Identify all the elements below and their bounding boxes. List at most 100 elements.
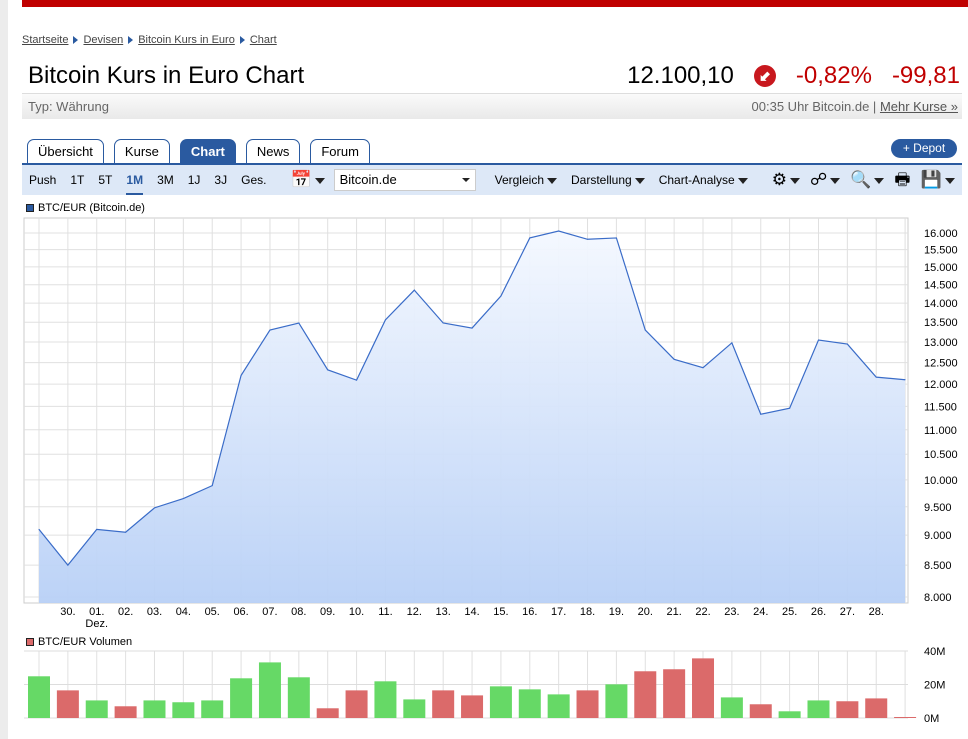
x-tick-label: 24. <box>753 606 768 618</box>
y-tick-label: 13.000 <box>924 337 958 349</box>
price-point <box>38 528 40 530</box>
x-tick-label: 23. <box>724 606 739 618</box>
volume-bar <box>692 658 715 718</box>
volume-bar <box>489 686 512 718</box>
volume-bar <box>345 690 368 718</box>
volume-bar <box>85 700 108 718</box>
x-tick-label: 09. <box>320 606 335 618</box>
volume-bar <box>865 698 888 718</box>
price-point <box>384 319 386 321</box>
volume-bar <box>547 694 570 718</box>
y-tick-label: 16.000 <box>924 228 958 240</box>
x-tick-label: 06. <box>233 606 248 618</box>
volume-bar <box>287 677 310 718</box>
y-tick-label: 15.500 <box>924 245 958 257</box>
price-point <box>96 528 98 530</box>
y-tick-label: 9.000 <box>924 530 952 542</box>
volume-bar <box>576 690 599 718</box>
x-tick-label: 01. <box>89 606 104 618</box>
x-tick-label: 14. <box>464 606 479 618</box>
y-tick-label: 10.500 <box>924 449 958 461</box>
price-point <box>587 238 589 240</box>
x-tick-label: 04. <box>176 606 191 618</box>
price-point <box>211 485 213 487</box>
price-volume-chart: 16.00015.50015.00014.50014.00013.50013.0… <box>23 217 958 725</box>
x-tick-label: 12. <box>407 606 422 618</box>
y-tick-label: 9.500 <box>924 502 952 514</box>
price-point <box>702 367 704 369</box>
x-tick-label: 28. <box>869 606 884 618</box>
volume-bar <box>720 697 743 718</box>
volume-bar <box>201 700 224 718</box>
volume-bar <box>749 704 772 718</box>
price-point <box>731 342 733 344</box>
volume-bar <box>172 702 195 718</box>
y-tick-label: 20M <box>924 680 945 692</box>
x-tick-label: 27. <box>840 606 855 618</box>
month-label: Dez. <box>85 618 108 630</box>
price-point <box>846 343 848 345</box>
price-point <box>500 295 502 297</box>
price-point <box>644 329 646 331</box>
price-point <box>240 374 242 376</box>
volume-bar <box>403 699 426 718</box>
price-point <box>269 329 271 331</box>
price-point <box>182 498 184 500</box>
volume-bar <box>807 700 830 718</box>
price-point <box>153 507 155 509</box>
x-tick-label: 25. <box>782 606 797 618</box>
volume-bar <box>461 695 484 718</box>
x-tick-label: 20. <box>638 606 653 618</box>
x-tick-label: 30. <box>60 606 75 618</box>
x-tick-label: 16. <box>522 606 537 618</box>
x-tick-label: 10. <box>349 606 364 618</box>
volume-bar <box>316 708 339 718</box>
y-tick-label: 14.000 <box>924 298 958 310</box>
volume-bar <box>143 700 166 718</box>
y-tick-label: 8.500 <box>924 560 952 572</box>
y-tick-label: 0M <box>924 713 939 725</box>
price-point <box>615 237 617 239</box>
price-point <box>875 376 877 378</box>
price-point <box>413 289 415 291</box>
y-tick-label: 15.000 <box>924 262 958 274</box>
y-tick-label: 12.500 <box>924 358 958 370</box>
volume-bar <box>114 706 137 718</box>
price-point <box>442 322 444 324</box>
y-tick-label: 11.000 <box>924 425 957 437</box>
price-point <box>789 407 791 409</box>
price-point <box>673 358 675 360</box>
y-tick-label: 40M <box>924 646 945 658</box>
x-tick-label: 26. <box>811 606 826 618</box>
y-tick-label: 11.500 <box>924 401 957 413</box>
price-point <box>760 413 762 415</box>
volume-bar <box>518 689 541 718</box>
x-tick-label: 13. <box>436 606 451 618</box>
price-point <box>298 322 300 324</box>
y-tick-label: 8.000 <box>924 592 952 604</box>
price-point <box>904 379 906 381</box>
volume-bar <box>836 701 859 718</box>
volume-bar <box>230 678 253 718</box>
volume-bar <box>56 690 79 718</box>
x-tick-label: 03. <box>147 606 162 618</box>
x-tick-label: 18. <box>580 606 595 618</box>
price-point <box>356 379 358 381</box>
volume-bar <box>28 676 50 718</box>
volume-bar <box>778 711 801 718</box>
x-tick-label: 17. <box>551 606 566 618</box>
price-point <box>558 230 560 232</box>
y-tick-label: 13.500 <box>924 317 958 329</box>
volume-bar <box>605 684 628 718</box>
price-point <box>471 327 473 329</box>
x-tick-label: 22. <box>695 606 710 618</box>
y-tick-label: 10.000 <box>924 475 958 487</box>
price-point <box>327 369 329 371</box>
x-tick-label: 21. <box>666 606 681 618</box>
volume-bar <box>432 690 455 718</box>
price-point <box>529 237 531 239</box>
x-tick-label: 11. <box>378 606 392 618</box>
y-tick-label: 12.000 <box>924 379 958 391</box>
volume-bar <box>634 671 657 718</box>
volume-bar <box>663 669 686 718</box>
